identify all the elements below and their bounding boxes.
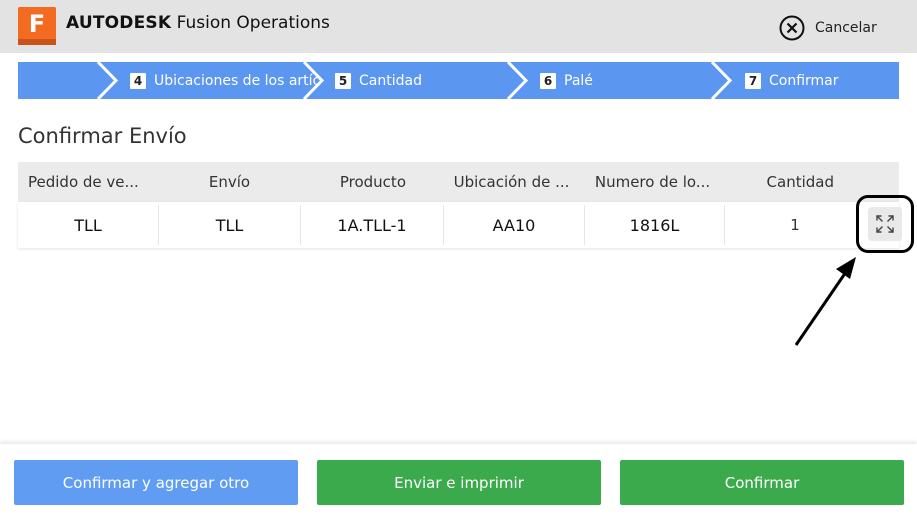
expand-highlight — [856, 195, 914, 253]
step-label: Palé — [564, 73, 593, 89]
cancel-label: Cancelar — [815, 20, 877, 36]
confirm-button[interactable]: Confirmar — [620, 460, 904, 505]
close-circle-icon — [779, 15, 805, 41]
app-header: F AUTODESK Fusion Operations Cancelar — [0, 0, 917, 53]
step-label: Confirmar — [769, 73, 839, 89]
footer-actions: Confirmar y agregar otro Enviar e imprim… — [0, 444, 917, 518]
step-pallet[interactable]: 6 Palé — [540, 71, 593, 91]
step-confirm[interactable]: 7 Confirmar — [745, 71, 839, 91]
cell-quantity: 1 — [790, 216, 800, 234]
page-title: Confirmar Envío — [18, 124, 187, 148]
step-label: Ubicaciones de los artíc — [154, 73, 321, 89]
expand-icon — [876, 215, 894, 233]
cell-order: TLL — [18, 205, 159, 245]
column-header-product[interactable]: Producto — [300, 173, 441, 191]
table-header: Pedido de ve... Envío Producto Ubicación… — [18, 162, 899, 202]
shipment-table: Pedido de ve... Envío Producto Ubicación… — [18, 162, 914, 253]
column-header-location[interactable]: Ubicación de ... — [441, 173, 582, 191]
table-row[interactable]: TLL TLL 1A.TLL-1 AA10 1816L 1 — [18, 195, 914, 253]
column-header-order[interactable]: Pedido de ve... — [18, 173, 159, 191]
step-label: Cantidad — [359, 73, 422, 89]
annotation-arrow-icon — [794, 257, 856, 346]
expand-row-button[interactable] — [868, 207, 902, 241]
step-number: 7 — [745, 73, 761, 89]
autodesk-fusion-logo: F — [18, 7, 56, 45]
product-name: Fusion Operations — [176, 13, 330, 33]
column-header-lot[interactable]: Numero de lo... — [582, 173, 723, 191]
brand-name: AUTODESK — [66, 13, 172, 33]
cell-lot: 1816L — [585, 205, 725, 245]
cell-product: 1A.TLL-1 — [301, 205, 444, 245]
cell-shipment: TLL — [159, 205, 301, 245]
cell-location: AA10 — [444, 205, 585, 245]
send-and-print-button[interactable]: Enviar e imprimir — [317, 460, 601, 505]
step-quantity[interactable]: 5 Cantidad — [335, 71, 422, 91]
column-header-shipment[interactable]: Envío — [159, 173, 300, 191]
cancel-button[interactable]: Cancelar — [779, 14, 877, 42]
step-number: 4 — [130, 73, 146, 89]
step-locations[interactable]: 4 Ubicaciones de los artíc — [130, 71, 320, 91]
app-title: AUTODESK Fusion Operations — [66, 13, 330, 33]
step-number: 5 — [335, 73, 351, 89]
step-number: 6 — [540, 73, 556, 89]
wizard-stepper: 4 Ubicaciones de los artíc 5 Cantidad 6 … — [18, 62, 899, 99]
column-header-quantity[interactable]: Cantidad — [723, 173, 864, 191]
confirm-and-add-button[interactable]: Confirmar y agregar otro — [14, 460, 298, 505]
